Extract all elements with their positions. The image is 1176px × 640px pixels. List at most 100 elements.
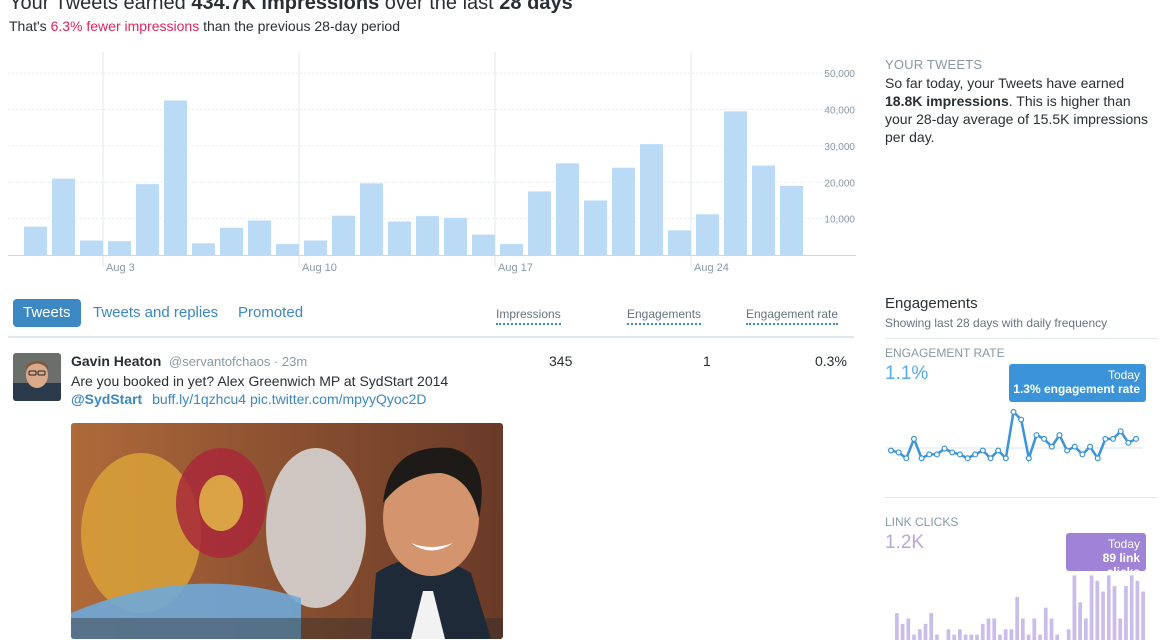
tweet-links: @SydStart buff.ly/1qzhcu4 pic.twitter.co… bbox=[71, 391, 427, 407]
divider bbox=[885, 338, 1158, 339]
y-tick-label: 20,000 bbox=[824, 178, 855, 189]
impressions-bar bbox=[556, 163, 579, 255]
link-clicks-bar bbox=[963, 634, 968, 640]
engagements-title: Engagements bbox=[885, 295, 978, 312]
sparkline-point bbox=[918, 455, 925, 462]
engagement-rate-value: 1.1% bbox=[885, 363, 929, 384]
column-impressions[interactable]: Impressions bbox=[496, 307, 561, 325]
sparkline-point bbox=[995, 447, 1002, 454]
sparkline-point bbox=[979, 447, 986, 454]
link-clicks-bar bbox=[912, 634, 916, 640]
link-clicks-bar bbox=[1055, 634, 1060, 640]
impressions-bar bbox=[276, 244, 299, 255]
link-clicks-bar bbox=[1112, 586, 1117, 640]
link-clicks-bar bbox=[895, 613, 899, 640]
avatar[interactable] bbox=[13, 353, 61, 401]
link-clicks-bar bbox=[906, 618, 911, 640]
impressions-bar bbox=[752, 165, 775, 255]
impressions-bar bbox=[192, 243, 215, 255]
link-clicks-bar bbox=[1072, 575, 1077, 640]
link-clicks-bar bbox=[1135, 580, 1140, 640]
impressions-bar bbox=[24, 226, 47, 255]
y-tick-label: 40,000 bbox=[824, 106, 855, 117]
tweet-engagements: 1 bbox=[703, 353, 711, 369]
tweet-photo[interactable] bbox=[71, 423, 503, 639]
sparkline-line bbox=[890, 409, 1137, 464]
sparkline-point bbox=[1048, 443, 1055, 450]
sparkline-point bbox=[926, 451, 933, 458]
tab-promoted[interactable]: Promoted bbox=[238, 299, 303, 327]
sparkline-point bbox=[887, 447, 895, 454]
sparkline-point bbox=[1041, 435, 1048, 442]
sparkline-point bbox=[941, 445, 948, 452]
impressions-headline: Your Tweets earned 434.7K impressions ov… bbox=[9, 0, 573, 14]
impressions-bar bbox=[472, 234, 495, 255]
your-tweets-summary: YOUR TWEETS So far today, your Tweets ha… bbox=[885, 56, 1165, 146]
sparkline-point bbox=[1125, 439, 1132, 446]
mention-link[interactable]: @SydStart bbox=[71, 391, 142, 407]
impressions-bar bbox=[248, 220, 271, 255]
sparkline-point bbox=[1056, 432, 1063, 439]
link-clicks-bar bbox=[1066, 629, 1071, 640]
link-clicks-bar bbox=[958, 629, 962, 640]
short-link[interactable]: buff.ly/1qzhcu4 bbox=[152, 391, 246, 407]
impressions-bar bbox=[220, 227, 243, 255]
impressions-bar bbox=[780, 185, 803, 255]
tabs-divider bbox=[8, 336, 854, 338]
sparkline-point bbox=[964, 455, 971, 462]
sparkline-point bbox=[1002, 455, 1009, 462]
link-clicks-bar bbox=[1038, 634, 1042, 640]
author-name[interactable]: Gavin Heaton bbox=[71, 353, 161, 369]
sparkline-point bbox=[1018, 416, 1025, 423]
impressions-bar bbox=[444, 217, 467, 255]
pic-link[interactable]: pic.twitter.com/mpyyQyoc2D bbox=[250, 391, 427, 407]
sparkline-point bbox=[1133, 435, 1140, 442]
link-clicks-bar bbox=[1003, 629, 1008, 640]
link-clicks-bar bbox=[946, 629, 951, 640]
link-clicks-bar bbox=[986, 618, 991, 640]
tab-tweets-and-replies[interactable]: Tweets and replies bbox=[93, 299, 218, 327]
engagements-subtitle: Showing last 28 days with daily frequenc… bbox=[885, 316, 1108, 330]
column-engagements[interactable]: Engagements bbox=[627, 307, 702, 325]
impressions-bar bbox=[724, 111, 747, 255]
tab-tweets[interactable]: Tweets bbox=[13, 299, 81, 327]
column-engagement-rate[interactable]: Engagement rate bbox=[746, 307, 839, 325]
link-clicks-bar bbox=[1089, 575, 1094, 640]
impressions-bar bbox=[108, 241, 131, 255]
link-clicks-bar bbox=[1049, 618, 1054, 640]
divider bbox=[885, 497, 1158, 498]
link-clicks-bar bbox=[1015, 596, 1019, 640]
x-tick-label: Aug 3 bbox=[106, 262, 135, 274]
engagement-rate-label: ENGAGEMENT RATE bbox=[885, 346, 1005, 360]
y-tick-label: 50,000 bbox=[824, 69, 855, 80]
impressions-bar bbox=[80, 240, 103, 255]
link-clicks-bar bbox=[935, 634, 939, 640]
link-clicks-bar bbox=[1009, 629, 1014, 640]
link-clicks-bar bbox=[1124, 586, 1128, 640]
y-tick-label: 30,000 bbox=[824, 142, 855, 153]
impressions-bar bbox=[584, 200, 607, 255]
impressions-bar bbox=[416, 216, 439, 255]
tweet-engagement-rate: 0.3% bbox=[815, 353, 847, 369]
impressions-bar bbox=[612, 167, 635, 255]
sparkline-point bbox=[1064, 447, 1071, 454]
impressions-bar bbox=[388, 221, 411, 255]
link-clicks-chart[interactable] bbox=[885, 560, 1158, 640]
tweet-time: 23m bbox=[281, 354, 308, 369]
engagement-rate-sparkline[interactable] bbox=[885, 400, 1158, 480]
impressions-bar bbox=[668, 230, 691, 255]
link-clicks-bar bbox=[1141, 591, 1145, 640]
impressions-bar bbox=[640, 144, 663, 255]
sparkline-point bbox=[1033, 432, 1040, 439]
sparkline-point bbox=[1010, 408, 1017, 415]
link-clicks-bar bbox=[917, 629, 922, 640]
impressions-bar bbox=[696, 214, 719, 255]
x-tick-label: Aug 10 bbox=[302, 262, 337, 274]
engagement-rate-tooltip: Today 1.3% engagement rate bbox=[1009, 364, 1146, 402]
sparkline-point bbox=[1079, 451, 1086, 458]
link-clicks-bar bbox=[1043, 607, 1048, 640]
link-clicks-bar bbox=[1129, 575, 1134, 640]
sparkline-point bbox=[1102, 435, 1109, 442]
author-handle[interactable]: @servantofchaos · 23m bbox=[169, 354, 307, 369]
impressions-bar bbox=[332, 215, 355, 255]
